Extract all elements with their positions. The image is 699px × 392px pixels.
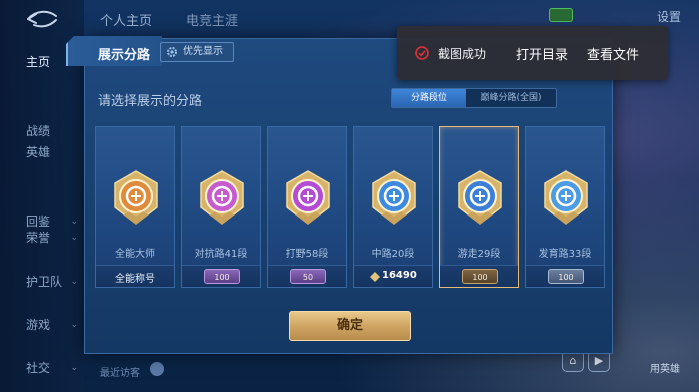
- sidebar-item-label: 荣誉: [26, 231, 51, 245]
- lane-card-label: 打野58段: [285, 249, 329, 260]
- tab-esports[interactable]: 电竞主涯: [186, 10, 238, 29]
- lane-card[interactable]: 游走29段 100: [439, 126, 519, 288]
- lane-card-footer: 100: [526, 265, 604, 287]
- sidebar-item-label: 游戏: [26, 318, 51, 332]
- sidebar-item[interactable]: 英雄: [0, 137, 84, 167]
- jungle-emblem-icon: [286, 170, 330, 225]
- gear-icon: [167, 47, 177, 57]
- points-value: 16490: [382, 270, 417, 281]
- chevron-down-icon: ⌄: [70, 320, 78, 330]
- rank-badge: 100: [548, 269, 584, 284]
- roam-emblem-icon: [458, 170, 502, 225]
- sidebar-item[interactable]: 护卫队 ⌄: [0, 267, 84, 297]
- lane-card[interactable]: 对抗路41段 100: [181, 126, 261, 288]
- rank-badge: 50: [290, 269, 326, 284]
- lane-card-footer: 16490: [354, 265, 432, 287]
- sidebar-item-label: 英雄: [26, 145, 51, 159]
- lane-card[interactable]: 中路20段 16490: [353, 126, 433, 288]
- lane-card[interactable]: 全能大师 全能称号: [95, 126, 175, 288]
- back-arrow-icon[interactable]: [24, 8, 60, 30]
- priority-display-button[interactable]: 优先显示: [160, 42, 234, 62]
- sidebar-item[interactable]: 游戏 ⌄: [0, 310, 84, 340]
- view-file-link[interactable]: 查看文件: [587, 44, 639, 63]
- lane-card-label: 发育路33段: [538, 249, 592, 260]
- chevron-down-icon: ⌄: [70, 277, 78, 287]
- priority-display-label: 优先显示: [183, 46, 223, 57]
- modal-title: 展示分路: [98, 48, 151, 63]
- check-circle-icon: [415, 46, 429, 60]
- sidebar-item-label: 护卫队: [26, 275, 63, 289]
- lane-card-label: 中路20段: [371, 249, 415, 260]
- tab-profile[interactable]: 个人主页: [100, 10, 152, 29]
- toast-message: 截图成功: [438, 47, 487, 61]
- chevron-down-icon: ⌄: [70, 233, 78, 243]
- rank-badge: 100: [462, 269, 498, 284]
- all-round-master-emblem-icon: [114, 170, 158, 225]
- lane-card[interactable]: 打野58段 50: [267, 126, 347, 288]
- tab-lane-rank[interactable]: 分路段位: [392, 89, 466, 107]
- lane-card-footer: 100: [182, 265, 260, 287]
- lane-card-footer: 50: [268, 265, 346, 287]
- rank-badge: 100: [204, 269, 240, 284]
- lane-card-label: 全能大师: [115, 249, 155, 260]
- lane-card[interactable]: 发育路33段 100: [525, 126, 605, 288]
- lane-card-footer: 全能称号: [96, 265, 174, 287]
- sidebar-item-label: 主页: [26, 55, 51, 69]
- lane-card-label: 对抗路41段: [194, 249, 248, 260]
- tab-peak-lane[interactable]: 巅峰分路(全国): [466, 89, 556, 107]
- farm-lane-emblem-icon: [544, 170, 588, 225]
- sidebar-item[interactable]: 荣誉 ⌄: [0, 223, 84, 253]
- visitor-avatar-icon[interactable]: [150, 362, 164, 376]
- hero-corner-label[interactable]: 用英雄: [650, 360, 680, 375]
- modal-subtitle: 请选择展示的分路: [98, 94, 203, 109]
- settings-button[interactable]: 设置: [657, 8, 681, 25]
- lane-card-label: 游走29段: [457, 249, 501, 260]
- sidebar-item-label: 社交: [26, 361, 51, 375]
- screenshot-toast: 截图成功 打开目录 查看文件: [397, 26, 668, 80]
- confirm-button[interactable]: 确定: [289, 311, 411, 341]
- event-badge-icon[interactable]: [549, 8, 573, 22]
- sidebar-item-label: 战绩: [26, 124, 51, 138]
- lane-card-footer: 100: [440, 265, 518, 287]
- open-folder-link[interactable]: 打开目录: [516, 44, 568, 63]
- clash-lane-emblem-icon: [200, 170, 244, 225]
- sidebar-item[interactable]: 社交 ⌄: [0, 353, 84, 383]
- chevron-down-icon: ⌄: [70, 363, 78, 373]
- title-text: 全能称号: [115, 274, 155, 285]
- mid-lane-emblem-icon: [372, 170, 416, 225]
- points-icon: [370, 272, 380, 282]
- recent-visitors-label[interactable]: 最近访客: [100, 364, 140, 379]
- lane-type-segment: 分路段位 巅峰分路(全国): [391, 88, 557, 108]
